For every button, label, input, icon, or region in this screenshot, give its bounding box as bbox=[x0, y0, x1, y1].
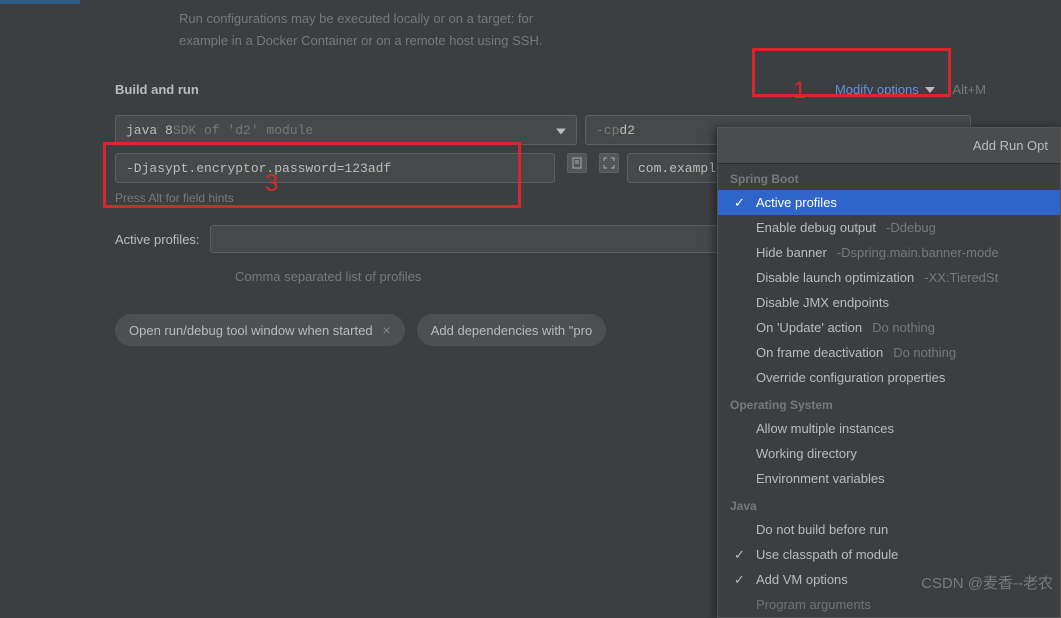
modify-options-link[interactable]: Modify options bbox=[835, 82, 935, 97]
menu-item-suffix: -XX:TieredSt bbox=[924, 270, 998, 285]
chip-label: Open run/debug tool window when started bbox=[129, 323, 373, 338]
chevron-down-icon bbox=[925, 87, 935, 93]
popup-title: Add Run Opt bbox=[718, 128, 1060, 164]
sdk-select[interactable]: java 8 SDK of 'd2' module bbox=[115, 115, 577, 145]
cp-prefix: -cp bbox=[596, 123, 619, 138]
menu-item-label: Hide banner bbox=[756, 245, 827, 260]
main-class-value: com.example bbox=[638, 161, 724, 176]
menu-item[interactable]: Do not build before run bbox=[718, 517, 1060, 542]
chip-label: Add dependencies with "pro bbox=[431, 323, 592, 338]
popup-group-title: Operating System bbox=[718, 390, 1060, 416]
sdk-prefix: java 8 bbox=[126, 123, 173, 138]
active-profiles-label: Active profiles: bbox=[115, 232, 200, 247]
menu-item[interactable]: Enable debug output -Ddebug bbox=[718, 215, 1060, 240]
modify-options-label: Modify options bbox=[835, 82, 919, 97]
popup-group-title: Java bbox=[718, 491, 1060, 517]
check-icon: ✓ bbox=[734, 547, 745, 563]
menu-item[interactable]: Disable JMX endpoints bbox=[718, 290, 1060, 315]
menu-item-label: Active profiles bbox=[756, 195, 837, 210]
close-icon[interactable]: × bbox=[383, 322, 391, 338]
desc-line: example in a Docker Container or on a re… bbox=[179, 30, 1061, 52]
menu-item[interactable]: Working directory bbox=[718, 441, 1060, 466]
build-run-header: Build and run Modify options Alt+M bbox=[115, 82, 1061, 97]
menu-item-suffix: Do nothing bbox=[893, 345, 956, 360]
expand-button[interactable] bbox=[599, 153, 619, 173]
check-icon: ✓ bbox=[734, 195, 745, 211]
modify-options-group: Modify options Alt+M bbox=[835, 82, 986, 97]
expand-icon bbox=[603, 157, 615, 169]
vm-options-value: -Djasypt.encryptor.password=123adf bbox=[126, 161, 391, 176]
section-title: Build and run bbox=[115, 82, 199, 97]
run-config-description: Run configurations may be executed local… bbox=[115, 4, 1061, 82]
menu-item[interactable]: Disable launch optimization -XX:TieredSt bbox=[718, 265, 1060, 290]
menu-item-suffix: Do nothing bbox=[872, 320, 935, 335]
chevron-down-icon bbox=[556, 123, 566, 138]
vm-options-input[interactable]: -Djasypt.encryptor.password=123adf bbox=[115, 153, 555, 183]
menu-item-label: Environment variables bbox=[756, 471, 885, 486]
menu-item-label: Use classpath of module bbox=[756, 547, 898, 562]
cp-name: d2 bbox=[619, 123, 635, 138]
menu-item-label: Enable debug output bbox=[756, 220, 876, 235]
menu-item[interactable]: Hide banner -Dspring.main.banner-mode bbox=[718, 240, 1060, 265]
menu-item[interactable]: Allow multiple instances bbox=[718, 416, 1060, 441]
menu-item-label: Disable JMX endpoints bbox=[756, 295, 889, 310]
menu-item-label: Disable launch optimization bbox=[756, 270, 914, 285]
sdk-suffix: SDK of 'd2' module bbox=[173, 123, 313, 138]
menu-item[interactable]: On frame deactivation Do nothing bbox=[718, 340, 1060, 365]
menu-item[interactable]: On 'Update' action Do nothing bbox=[718, 315, 1060, 340]
menu-item-label: Allow multiple instances bbox=[756, 421, 894, 436]
menu-item-label: Override configuration properties bbox=[756, 370, 945, 385]
menu-item[interactable]: ✓ Active profiles bbox=[718, 190, 1060, 215]
menu-item-label: Do not build before run bbox=[756, 522, 888, 537]
menu-item-suffix: -Ddebug bbox=[886, 220, 936, 235]
modify-options-popup: Add Run Opt Spring Boot ✓ Active profiles E… bbox=[717, 127, 1061, 618]
menu-item-suffix: -Dspring.main.banner-mode bbox=[837, 245, 999, 260]
popup-group-title: Spring Boot bbox=[718, 164, 1060, 190]
chip-tool-window[interactable]: Open run/debug tool window when started … bbox=[115, 314, 405, 346]
check-icon: ✓ bbox=[734, 572, 745, 588]
chip-dependencies[interactable]: Add dependencies with "pro bbox=[417, 314, 606, 346]
watermark: CSDN @麦香--老农 bbox=[921, 572, 1053, 593]
popup-body: Spring Boot ✓ Active profiles Enable debug … bbox=[718, 164, 1060, 617]
menu-item-label: On 'Update' action bbox=[756, 320, 862, 335]
menu-item-label: Working directory bbox=[756, 446, 857, 461]
menu-item-label: On frame deactivation bbox=[756, 345, 883, 360]
menu-item[interactable]: ✓ Use classpath of module bbox=[718, 542, 1060, 567]
desc-line: Run configurations may be executed local… bbox=[179, 8, 1061, 30]
menu-item[interactable]: Override configuration properties bbox=[718, 365, 1060, 390]
modify-shortcut: Alt+M bbox=[952, 82, 986, 97]
history-button[interactable] bbox=[567, 153, 587, 173]
menu-item-label: Add VM options bbox=[756, 572, 848, 587]
document-icon bbox=[571, 157, 583, 169]
menu-item[interactable]: Environment variables bbox=[718, 466, 1060, 491]
